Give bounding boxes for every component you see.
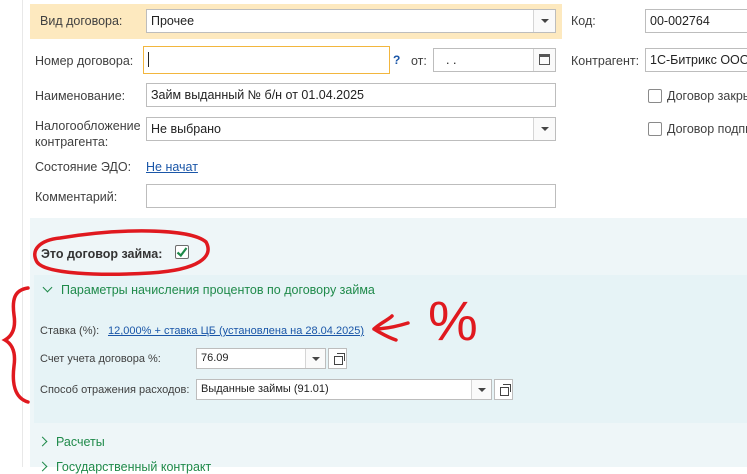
loan-circle-annotation xyxy=(33,229,210,276)
arrow-annotation xyxy=(372,314,410,342)
percent-annotation: % xyxy=(428,289,478,352)
red-annotations: % xyxy=(1,229,478,404)
bracket-annotation xyxy=(1,286,30,404)
